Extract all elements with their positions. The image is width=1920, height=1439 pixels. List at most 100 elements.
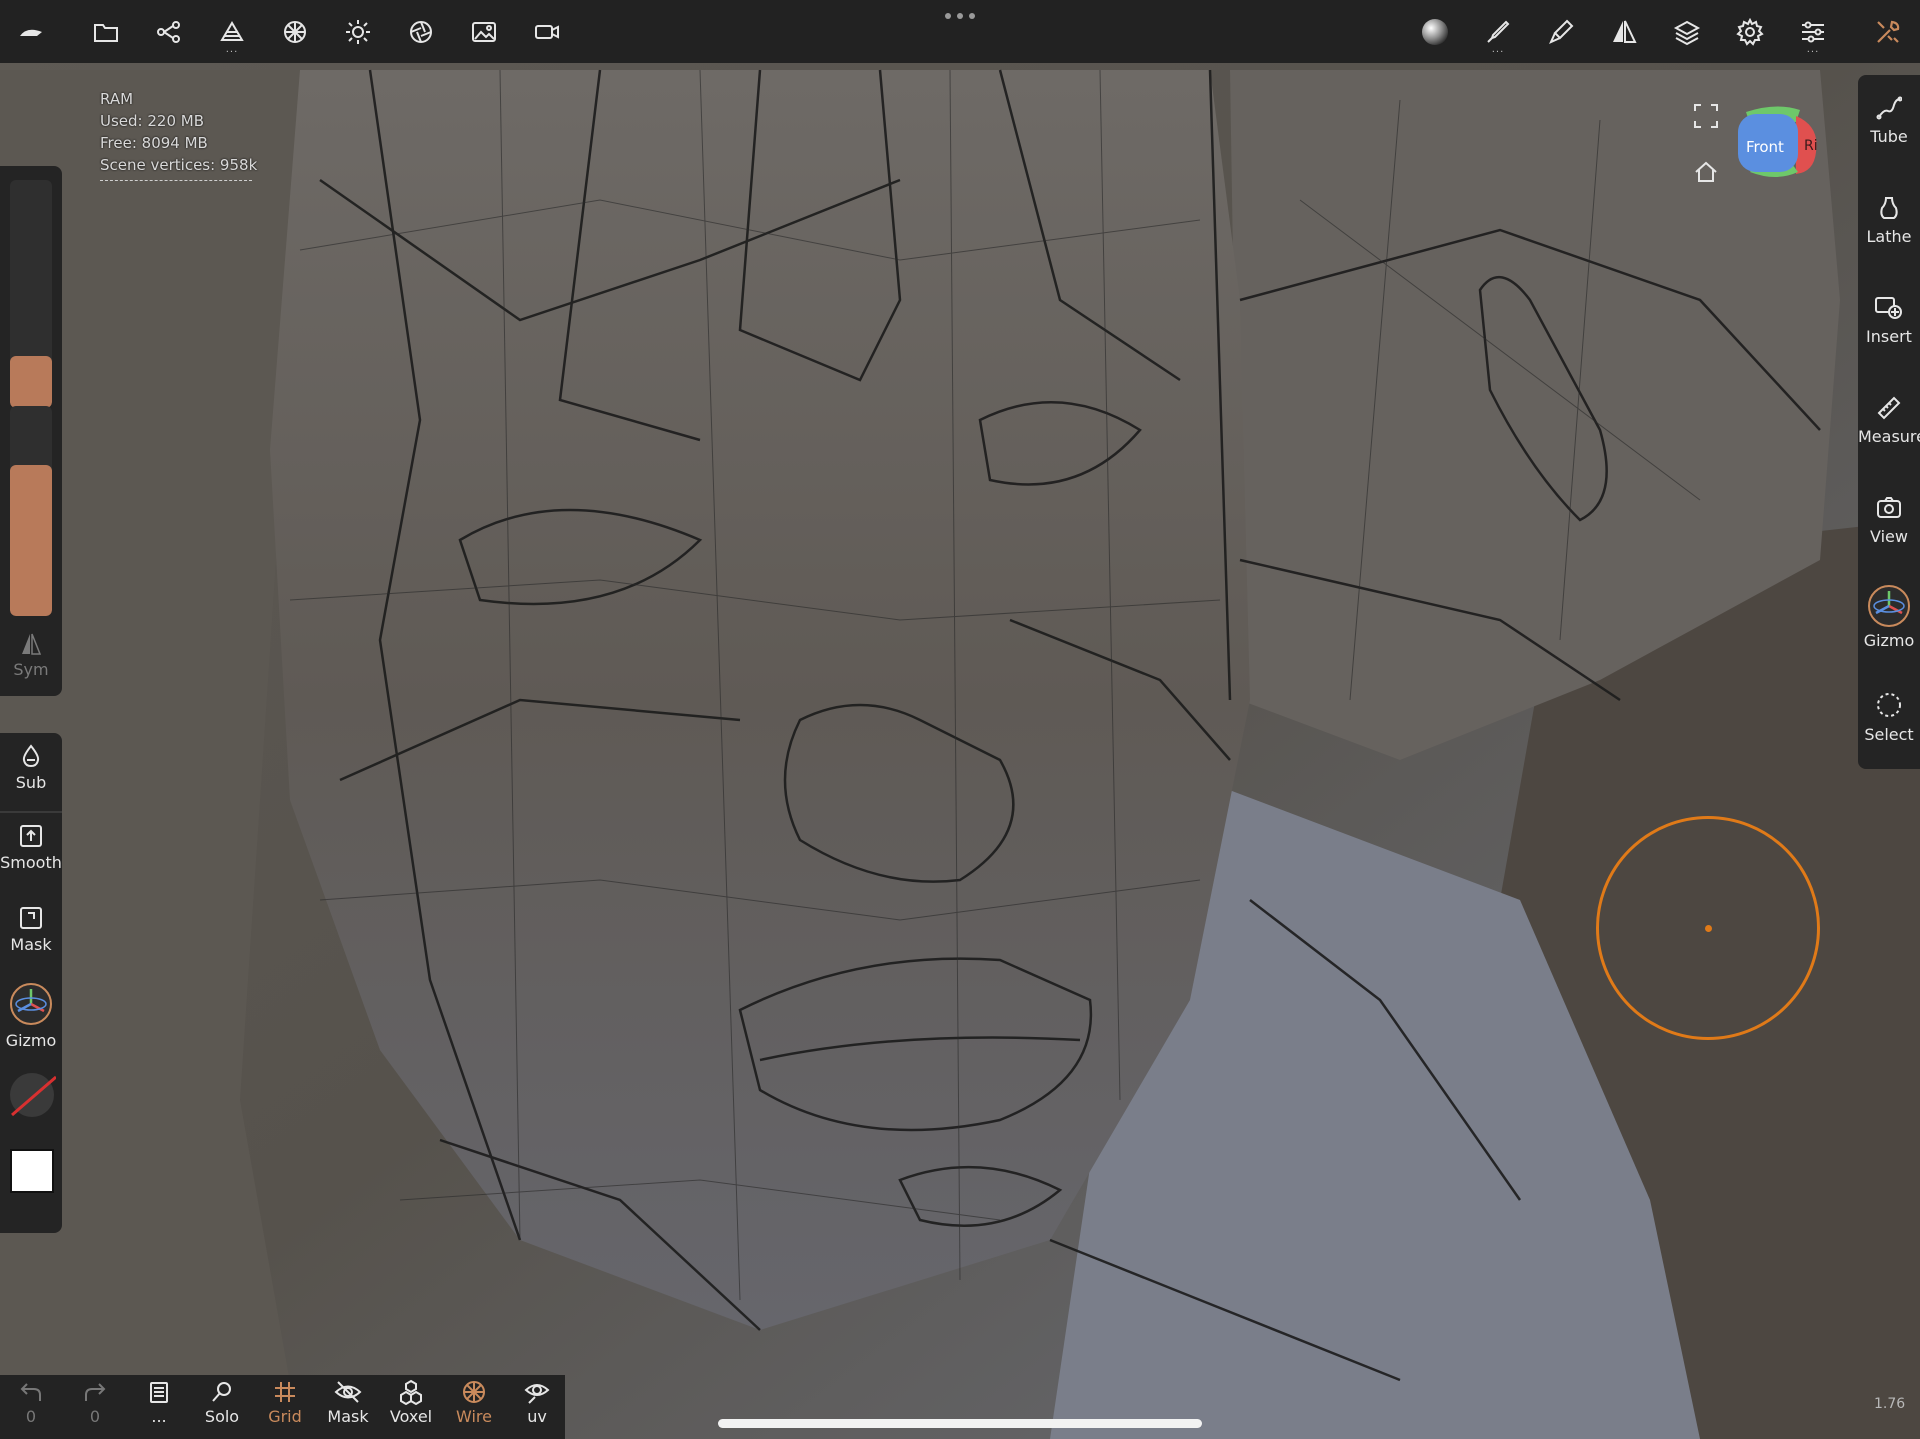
sym-label: Sym [13,660,49,679]
brush-cursor [1596,816,1820,1040]
select-label: Select [1864,725,1914,744]
grid-button[interactable]: Grid [254,1379,316,1426]
top-toolbar: ... ... ... [0,0,1920,63]
color-swatch[interactable] [10,1149,54,1193]
home-indicator[interactable] [718,1419,1202,1428]
wire-button[interactable]: Wire [443,1379,505,1426]
symmetry-icon[interactable] [1601,9,1647,55]
background-icon[interactable] [461,9,507,55]
ram-free: Free: 8094 MB [100,134,208,152]
brush-intensity-fill [10,464,52,616]
eye-slash-icon [334,1381,362,1403]
view-cube[interactable]: Front Ri [1736,102,1820,182]
brush-icon[interactable]: ... [1475,9,1521,55]
brush-radius-fill [10,355,52,408]
bottom-toolbar: 0 0 ... Solo Grid Mask Voxel Wire uv [0,1375,565,1439]
insert-icon [1875,297,1902,319]
redo-icon [85,1383,106,1401]
mask-visibility-button[interactable]: Mask [317,1379,379,1426]
measure-tool[interactable]: Measure [1858,395,1920,446]
mask-tool[interactable]: Mask [0,905,62,954]
grid-icon [275,1382,295,1402]
select-icon [1877,693,1901,717]
view-cube-right-label: Ri [1804,138,1818,154]
gizmo-icon [10,983,52,1025]
redo-count: 0 [89,1407,101,1426]
post-process-icon[interactable] [398,9,444,55]
sub-toggle[interactable]: Sub [0,743,62,792]
insert-tool[interactable]: Insert [1858,295,1920,346]
brush-radius-slider[interactable] [10,180,52,408]
gizmo-right-label: Gizmo [1863,631,1915,650]
scene-graph-icon[interactable] [146,9,192,55]
measure-label: Measure [1858,427,1920,446]
ram-divider [100,180,252,181]
view-cube-front-label: Front [1746,138,1784,156]
redo-button[interactable]: 0 [64,1379,126,1426]
fullscreen-icon[interactable] [1692,102,1720,130]
home-view-icon[interactable] [1692,158,1720,186]
brush-intensity-slider[interactable] [10,406,52,616]
ram-stats: RAM Used: 220 MB Free: 8094 MB Scene ver… [100,88,257,181]
lathe-tool[interactable]: Lathe [1858,195,1920,246]
smooth-icon [20,825,42,847]
view-tool[interactable]: View [1858,495,1920,546]
voxel-button[interactable]: Voxel [380,1379,442,1426]
material-swatch[interactable] [8,1071,57,1119]
sym-toggle[interactable]: Sym [0,632,62,679]
scene-vertices: Scene vertices: 958k [100,156,258,174]
settings-icon[interactable] [1727,9,1773,55]
mask-visibility-label: Mask [327,1407,369,1426]
smooth-tool[interactable]: Smooth [0,823,62,872]
gizmo-tool[interactable]: Gizmo [0,981,62,1050]
drop-icon [22,744,40,768]
light-icon[interactable] [335,9,381,55]
gizmo-tool-right[interactable]: Gizmo [1858,583,1920,650]
version-label: 1.76 [1874,1396,1906,1412]
tube-tool[interactable]: Tube [1858,95,1920,146]
material-icon[interactable] [272,9,318,55]
gizmo-icon [1868,585,1910,627]
symmetry-icon [22,633,42,655]
right-tool-panel: Tube Lathe Insert Measure View Gizmo Sel… [1858,75,1920,769]
left-tool-panel: Sub Smooth Mask Gizmo [0,733,62,1233]
lathe-icon [1880,197,1898,219]
sub-label: Sub [15,773,47,792]
matcap-sphere-icon[interactable] [1412,9,1458,55]
history-button[interactable]: ... [128,1379,190,1426]
tube-label: Tube [1870,127,1908,146]
undo-icon [20,1383,41,1401]
search-icon [212,1382,231,1402]
divider [0,811,62,813]
camera-icon [1877,497,1901,518]
grid-label: Grid [268,1407,302,1426]
brush-center-dot [1705,925,1712,932]
sculpt-viewport[interactable] [0,0,1920,1439]
insert-label: Insert [1866,327,1912,346]
wireframe-icon [463,1381,485,1403]
undo-button[interactable]: 0 [0,1379,62,1426]
lathe-label: Lathe [1866,227,1912,246]
tools-icon[interactable] [1865,9,1911,55]
ruler-icon [1877,396,1901,420]
book-icon [150,1382,168,1403]
select-tool[interactable]: Select [1858,691,1920,744]
camera-icon[interactable] [524,9,570,55]
topology-icon[interactable]: ... [209,9,255,55]
nomad-logo-icon[interactable] [8,9,54,55]
folder-icon[interactable] [83,9,129,55]
ram-used: Used: 220 MB [100,112,204,130]
uv-label: uv [527,1407,547,1426]
smooth-label: Smooth [0,853,62,872]
history-dots: ... [151,1407,167,1426]
sliders-icon[interactable]: ... [1790,9,1836,55]
mask-label: Mask [10,935,52,954]
uv-button[interactable]: uv [506,1379,568,1426]
drag-handle-dots-icon[interactable] [942,6,978,26]
layers-icon[interactable] [1664,9,1710,55]
solo-button[interactable]: Solo [191,1379,253,1426]
tube-icon [1876,96,1902,120]
left-slider-panel: Sym [0,166,62,696]
stroke-icon[interactable] [1538,9,1584,55]
view-label: View [1870,527,1908,546]
